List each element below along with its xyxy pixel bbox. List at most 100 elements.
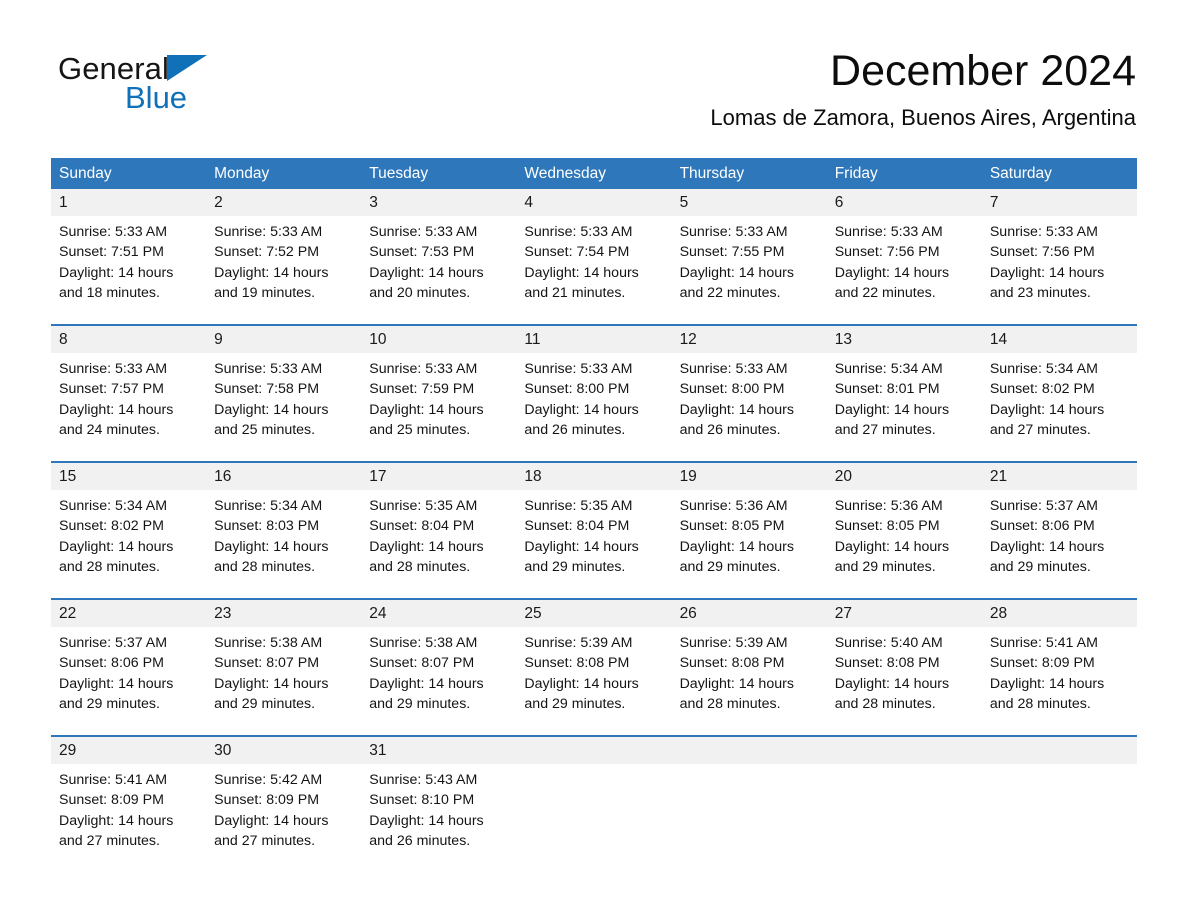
day-number[interactable]: 2	[206, 189, 361, 216]
daylight-text-line2: and 25 minutes.	[214, 421, 316, 438]
day-number	[827, 737, 982, 764]
day-cell[interactable]: Sunrise: 5:34 AM Sunset: 8:03 PM Daylight:…	[206, 490, 361, 598]
weekday-header-thursday: Thursday	[679, 165, 745, 182]
day-cell[interactable]: Sunrise: 5:34 AM Sunset: 8:02 PM Daylight:…	[982, 353, 1137, 461]
daylight-text-line1: Daylight: 14 hours	[989, 538, 1105, 555]
day-number[interactable]: 19	[672, 463, 827, 490]
daylight-text-line2: and 26 minutes.	[524, 421, 626, 438]
day-cell[interactable]: Sunrise: 5:33 AM Sunset: 7:58 PM Daylight:…	[206, 353, 361, 461]
daylight-text-line1: Daylight: 14 hours	[524, 675, 639, 692]
day-number-band: 29 30 31	[51, 737, 1137, 764]
day-number[interactable]: 9	[206, 326, 361, 353]
sunrise-text: Sunrise: 5:35 AM	[524, 498, 633, 514]
day-cell[interactable]: Sunrise: 5:34 AM Sunset: 8:02 PM Daylight:…	[51, 490, 206, 598]
daylight-text-line1: Daylight: 14 hours	[59, 264, 174, 281]
daylight-text-line1: Daylight: 14 hours	[834, 538, 950, 555]
sunrise-text: Sunrise: 5:35 AM	[369, 498, 478, 514]
sunset-text: Sunset: 7:52 PM	[214, 244, 320, 261]
daylight-text-line2: and 22 minutes.	[834, 284, 936, 301]
daylight-text-line1: Daylight: 14 hours	[214, 538, 329, 555]
daylight-text-line1: Daylight: 14 hours	[369, 675, 484, 692]
day-number[interactable]: 16	[206, 463, 361, 490]
day-number[interactable]: 11	[516, 326, 671, 353]
day-number[interactable]: 8	[51, 326, 206, 353]
day-number[interactable]: 28	[982, 600, 1137, 627]
daylight-text-line2: and 29 minutes.	[214, 695, 316, 712]
day-cell[interactable]: Sunrise: 5:39 AM Sunset: 8:08 PM Daylight:…	[516, 627, 671, 735]
day-cell[interactable]: Sunrise: 5:36 AM Sunset: 8:05 PM Daylight:…	[827, 490, 982, 598]
day-cell[interactable]: Sunrise: 5:33 AM Sunset: 8:00 PM Daylight:…	[672, 353, 827, 461]
day-cell[interactable]: Sunrise: 5:37 AM Sunset: 8:06 PM Daylight:…	[982, 490, 1137, 598]
day-cell[interactable]: Sunrise: 5:33 AM Sunset: 7:51 PM Daylight:…	[51, 216, 206, 324]
day-cell[interactable]: Sunrise: 5:35 AM Sunset: 8:04 PM Daylight:…	[361, 490, 516, 598]
sunrise-text: Sunrise: 5:37 AM	[989, 498, 1098, 514]
daylight-text-line2: and 29 minutes.	[989, 558, 1091, 575]
day-cell[interactable]: Sunrise: 5:36 AM Sunset: 8:05 PM Daylight:…	[672, 490, 827, 598]
day-number[interactable]: 27	[827, 600, 982, 627]
daylight-text-line1: Daylight: 14 hours	[369, 264, 484, 281]
sunrise-text: Sunrise: 5:38 AM	[369, 635, 478, 651]
day-number[interactable]: 7	[982, 189, 1137, 216]
day-cell[interactable]: Sunrise: 5:35 AM Sunset: 8:04 PM Daylight:…	[516, 490, 671, 598]
page-title: December 2024	[830, 47, 1136, 95]
calendar-week-row: 22 23 24 25 26 27 28 Sunrise: 5:37 AM Sunset: 8:…	[51, 598, 1137, 735]
day-number[interactable]: 26	[672, 600, 827, 627]
day-number[interactable]: 6	[827, 189, 982, 216]
day-cell[interactable]: Sunrise: 5:40 AM Sunset: 8:08 PM Daylight:…	[827, 627, 982, 735]
brand-logo[interactable]: General Blue	[58, 52, 318, 115]
day-cell[interactable]: Sunrise: 5:41 AM Sunset: 8:09 PM Daylight:…	[51, 764, 206, 872]
calendar-week-row: 15 16 17 18 19 20 21 Sunrise: 5:34 AM Sunset: 8:…	[51, 461, 1137, 598]
day-cell[interactable]: Sunrise: 5:33 AM Sunset: 7:56 PM Daylight:…	[827, 216, 982, 324]
day-cell[interactable]: Sunrise: 5:39 AM Sunset: 8:08 PM Daylight:…	[672, 627, 827, 735]
day-number[interactable]: 4	[516, 189, 671, 216]
daylight-text-line2: and 27 minutes.	[989, 421, 1091, 438]
day-number[interactable]: 15	[51, 463, 206, 490]
day-cell[interactable]: Sunrise: 5:33 AM Sunset: 7:59 PM Daylight:…	[361, 353, 516, 461]
sunrise-text: Sunrise: 5:33 AM	[834, 224, 943, 240]
sunrise-text: Sunrise: 5:33 AM	[59, 224, 168, 240]
calendar-weeks: 1 2 3 4 5 6 7 Sunrise: 5:33 AM Sunset: 7:51 PM Da…	[51, 189, 1137, 872]
day-cell[interactable]: Sunrise: 5:33 AM Sunset: 8:00 PM Daylight:…	[516, 353, 671, 461]
day-cell[interactable]: Sunrise: 5:34 AM Sunset: 8:01 PM Daylight:…	[827, 353, 982, 461]
day-number[interactable]: 18	[516, 463, 671, 490]
sunset-text: Sunset: 8:02 PM	[59, 518, 164, 535]
day-number[interactable]: 30	[206, 737, 361, 764]
day-number[interactable]: 1	[51, 189, 206, 216]
day-number[interactable]: 31	[361, 737, 516, 764]
day-number[interactable]: 10	[361, 326, 516, 353]
day-number[interactable]: 14	[982, 326, 1137, 353]
sunset-text: Sunset: 8:06 PM	[989, 518, 1095, 535]
sunset-text: Sunset: 8:02 PM	[989, 381, 1095, 398]
sunrise-text: Sunrise: 5:37 AM	[59, 635, 168, 651]
day-cell[interactable]: Sunrise: 5:33 AM Sunset: 7:57 PM Daylight:…	[51, 353, 206, 461]
day-number[interactable]: 13	[827, 326, 982, 353]
day-cell[interactable]: Sunrise: 5:38 AM Sunset: 8:07 PM Daylight:…	[206, 627, 361, 735]
day-cell[interactable]: Sunrise: 5:33 AM Sunset: 7:55 PM Daylight:…	[672, 216, 827, 324]
day-number[interactable]: 20	[827, 463, 982, 490]
day-number[interactable]: 5	[672, 189, 827, 216]
day-number[interactable]: 22	[51, 600, 206, 627]
sunset-text: Sunset: 8:05 PM	[679, 518, 785, 535]
day-number[interactable]: 29	[51, 737, 206, 764]
day-number[interactable]: 24	[361, 600, 516, 627]
daylight-text-line2: and 28 minutes.	[369, 558, 471, 575]
day-number[interactable]: 12	[672, 326, 827, 353]
day-number[interactable]: 23	[206, 600, 361, 627]
daylight-text-line2: and 29 minutes.	[524, 695, 626, 712]
day-cell[interactable]: Sunrise: 5:33 AM Sunset: 7:54 PM Daylight:…	[516, 216, 671, 324]
day-cell[interactable]: Sunrise: 5:41 AM Sunset: 8:09 PM Daylight:…	[982, 627, 1137, 735]
day-number[interactable]: 3	[361, 189, 516, 216]
day-number	[672, 737, 827, 764]
day-number-band: 15 16 17 18 19 20 21	[51, 463, 1137, 490]
daylight-text-line2: and 29 minutes.	[834, 558, 936, 575]
day-cell[interactable]: Sunrise: 5:43 AM Sunset: 8:10 PM Daylight:…	[361, 764, 516, 872]
day-number[interactable]: 21	[982, 463, 1137, 490]
day-cell[interactable]: Sunrise: 5:33 AM Sunset: 7:53 PM Daylight:…	[361, 216, 516, 324]
day-cell[interactable]: Sunrise: 5:33 AM Sunset: 7:52 PM Daylight:…	[206, 216, 361, 324]
day-cell[interactable]: Sunrise: 5:33 AM Sunset: 7:56 PM Daylight:…	[982, 216, 1137, 324]
day-cell[interactable]: Sunrise: 5:38 AM Sunset: 8:07 PM Daylight:…	[361, 627, 516, 735]
day-cell[interactable]: Sunrise: 5:37 AM Sunset: 8:06 PM Daylight:…	[51, 627, 206, 735]
day-cell[interactable]: Sunrise: 5:42 AM Sunset: 8:09 PM Daylight:…	[206, 764, 361, 872]
day-number[interactable]: 25	[516, 600, 671, 627]
day-number[interactable]: 17	[361, 463, 516, 490]
